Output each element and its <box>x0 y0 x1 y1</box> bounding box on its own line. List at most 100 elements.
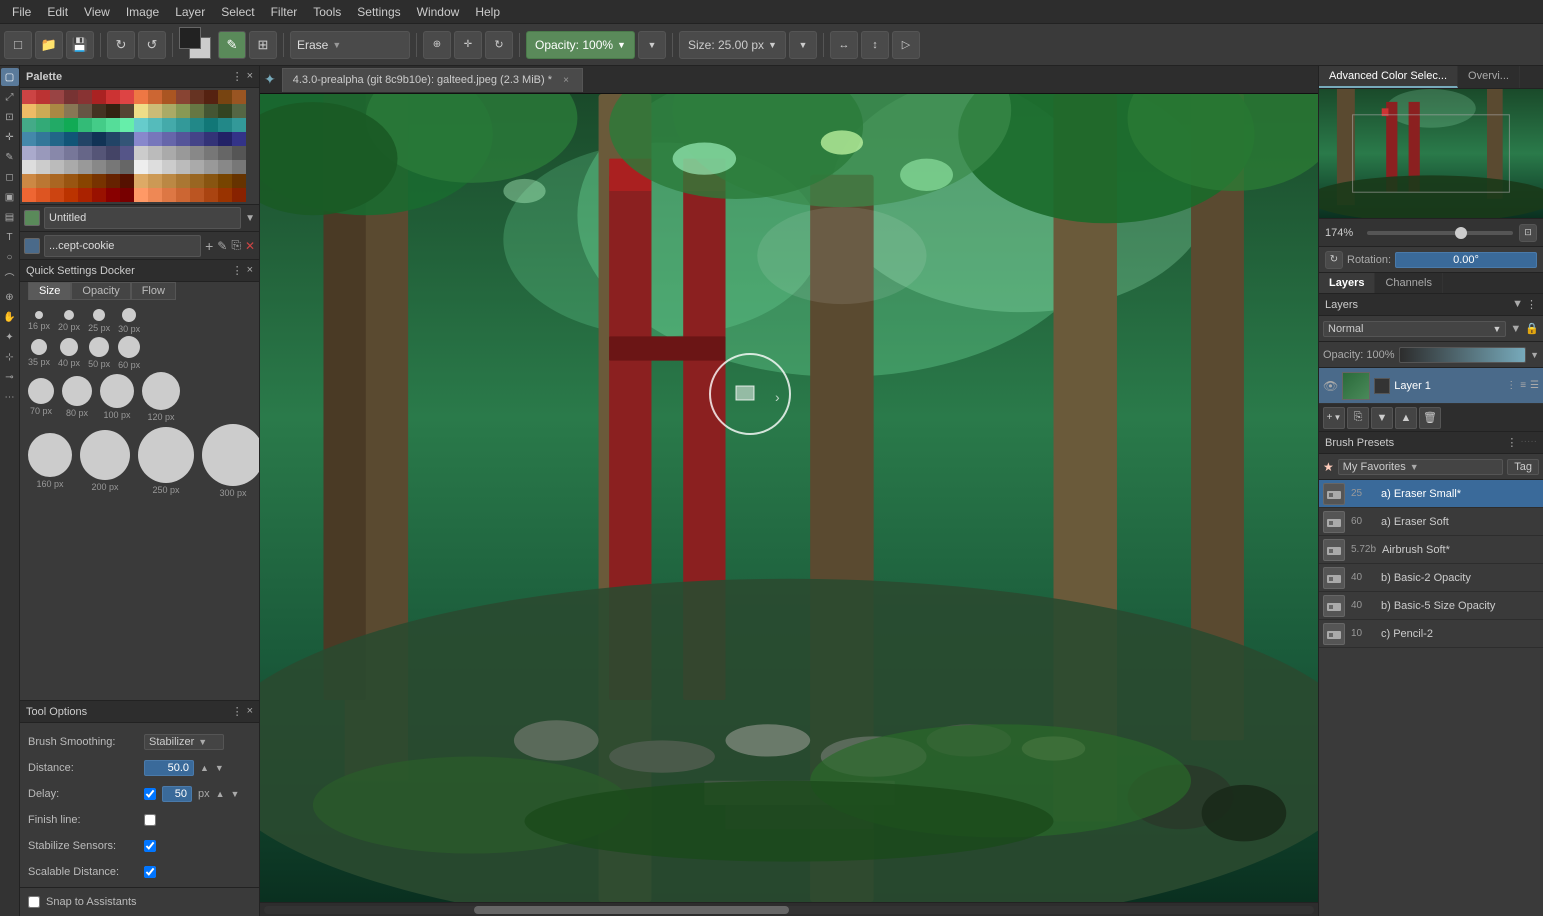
fit-to-window-btn[interactable]: ⊡ <box>1519 224 1537 242</box>
palette-color-swatch[interactable] <box>148 104 162 118</box>
palette-color-swatch[interactable] <box>50 118 64 132</box>
palette-color-swatch[interactable] <box>64 132 78 146</box>
select-tool[interactable]: ▢ <box>1 68 19 86</box>
palette-color-swatch[interactable] <box>204 160 218 174</box>
brush-size-option[interactable]: 70 px <box>28 378 54 416</box>
edit-profile-icon[interactable]: ✎ <box>217 239 227 253</box>
palette-color-swatch[interactable] <box>204 90 218 104</box>
palette-color-swatch[interactable] <box>78 188 92 202</box>
palette-color-swatch[interactable] <box>50 174 64 188</box>
opacity-tab[interactable]: Opacity <box>71 282 130 300</box>
palette-color-swatch[interactable] <box>36 174 50 188</box>
delay-up-icon[interactable]: ▲ <box>216 789 225 799</box>
palette-color-swatch[interactable] <box>134 132 148 146</box>
palette-color-swatch[interactable] <box>106 146 120 160</box>
transform-tool[interactable]: ⤢ <box>1 88 19 106</box>
save-button[interactable]: 💾 <box>66 31 94 59</box>
palette-color-swatch[interactable] <box>204 132 218 146</box>
brush-presets-options-icon[interactable]: ⋮ <box>1506 436 1517 449</box>
palette-color-swatch[interactable] <box>176 132 190 146</box>
palette-color-swatch[interactable] <box>176 174 190 188</box>
erase-dropdown[interactable]: Erase ▼ <box>290 31 410 59</box>
color-picker-tool[interactable]: ✦ <box>1 328 19 346</box>
palette-color-swatch[interactable] <box>148 90 162 104</box>
palette-color-swatch[interactable] <box>232 146 246 160</box>
palette-color-swatch[interactable] <box>134 174 148 188</box>
brush-size-option[interactable]: 50 px <box>88 337 110 369</box>
menu-image[interactable]: Image <box>118 3 167 21</box>
overview-tab[interactable]: Overvi... <box>1458 66 1520 88</box>
palette-color-swatch[interactable] <box>162 174 176 188</box>
palette-color-swatch[interactable] <box>218 146 232 160</box>
palette-color-swatch[interactable] <box>64 146 78 160</box>
palette-color-swatch[interactable] <box>190 146 204 160</box>
rotation-value[interactable]: 0.00° <box>1395 252 1537 268</box>
palette-color-swatch[interactable] <box>92 132 106 146</box>
opacity-button[interactable]: Opacity: 100% ▼ <box>526 31 635 59</box>
palette-color-swatch[interactable] <box>120 90 134 104</box>
palette-color-swatch[interactable] <box>162 188 176 202</box>
palette-color-swatch[interactable] <box>78 146 92 160</box>
palette-color-swatch[interactable] <box>36 118 50 132</box>
foreground-color-swatch[interactable] <box>179 27 201 49</box>
more-tools[interactable]: ⋯ <box>1 388 19 406</box>
palette-color-swatch[interactable] <box>190 132 204 146</box>
menu-select[interactable]: Select <box>213 3 262 21</box>
mirror-h-btn[interactable]: ↔ <box>830 31 858 59</box>
palette-color-swatch[interactable] <box>204 104 218 118</box>
brush-size-option[interactable]: 35 px <box>28 339 50 367</box>
layers-filter-icon[interactable]: ▼ <box>1512 298 1523 311</box>
palette-color-swatch[interactable] <box>218 188 232 202</box>
distance-up-icon[interactable]: ▲ <box>200 763 209 773</box>
palette-color-swatch[interactable] <box>148 146 162 160</box>
text-tool[interactable]: T <box>1 228 19 246</box>
palette-color-swatch[interactable] <box>78 118 92 132</box>
layer-visibility-icon[interactable]: 👁 <box>1323 379 1338 393</box>
palette-color-swatch[interactable] <box>120 146 134 160</box>
palette-color-swatch[interactable] <box>106 90 120 104</box>
palette-color-swatch[interactable] <box>64 160 78 174</box>
palette-color-swatch[interactable] <box>106 118 120 132</box>
brush-preset-item[interactable]: 60a) Eraser Soft <box>1319 508 1543 536</box>
brush-size-option[interactable]: 200 px <box>80 430 130 492</box>
size-button[interactable]: Size: 25.00 px ▼ <box>679 31 786 59</box>
fill-tool[interactable]: ▣ <box>1 188 19 206</box>
snap-checkbox[interactable] <box>28 896 40 908</box>
stabilize-sensors-checkbox[interactable] <box>144 840 156 852</box>
palette-color-swatch[interactable] <box>190 118 204 132</box>
canvas-tab[interactable]: 4.3.0-prealpha (git 8c9b10e): galteed.jp… <box>282 68 583 92</box>
palette-color-swatch[interactable] <box>22 146 36 160</box>
canvas-scrollbar-h[interactable] <box>260 902 1318 916</box>
palette-color-swatch[interactable] <box>162 146 176 160</box>
palette-color-swatch[interactable] <box>106 160 120 174</box>
palette-color-swatch[interactable] <box>232 104 246 118</box>
layers-opacity-slider[interactable] <box>1399 347 1527 363</box>
palette-color-swatch[interactable] <box>190 188 204 202</box>
palette-color-swatch[interactable] <box>120 132 134 146</box>
palette-color-swatch[interactable] <box>92 90 106 104</box>
delay-down-icon[interactable]: ▼ <box>231 789 240 799</box>
layer-dropdown-icon[interactable]: ▼ <box>245 213 255 224</box>
palette-color-swatch[interactable] <box>232 118 246 132</box>
tool-options-close-icon[interactable]: × <box>247 705 253 718</box>
palette-color-swatch[interactable] <box>204 188 218 202</box>
palette-color-swatch[interactable] <box>120 118 134 132</box>
delete-profile-icon[interactable]: ✕ <box>245 239 255 253</box>
palette-color-swatch[interactable] <box>232 132 246 146</box>
menu-tools[interactable]: Tools <box>305 3 349 21</box>
layers-tab[interactable]: Layers <box>1319 273 1375 293</box>
palette-color-swatch[interactable] <box>162 160 176 174</box>
add-profile-icon[interactable]: + <box>205 238 213 254</box>
blend-mode-dropdown[interactable]: Normal ▼ <box>1323 321 1506 337</box>
palette-color-swatch[interactable] <box>148 118 162 132</box>
palette-color-swatch[interactable] <box>36 146 50 160</box>
duplicate-layer-btn[interactable]: ⎘ <box>1347 407 1369 429</box>
docker-close-icon[interactable]: × <box>247 264 253 277</box>
palette-color-swatch[interactable] <box>78 104 92 118</box>
palette-color-swatch[interactable] <box>120 188 134 202</box>
palette-color-swatch[interactable] <box>148 160 162 174</box>
zoom-tool[interactable]: ⊕ <box>1 288 19 306</box>
palette-color-swatch[interactable] <box>36 188 50 202</box>
menu-settings[interactable]: Settings <box>349 3 408 21</box>
brush-preset-item[interactable]: 25a) Eraser Small* <box>1319 480 1543 508</box>
